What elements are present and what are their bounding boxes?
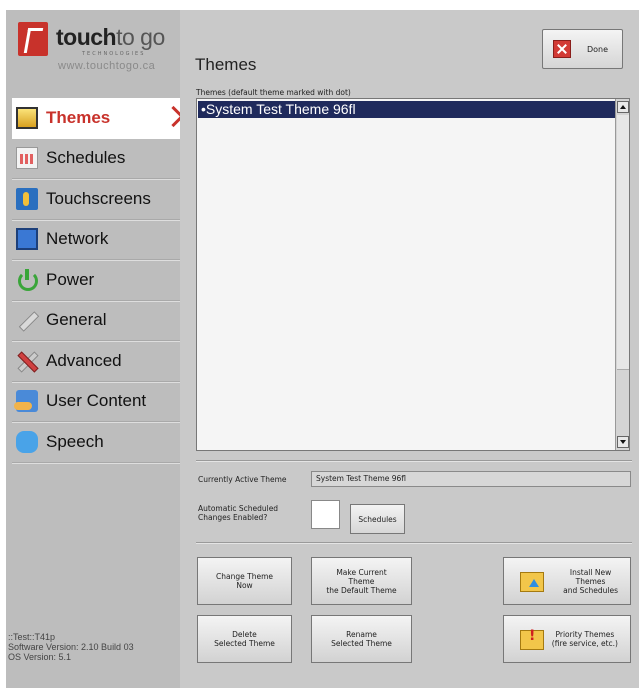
auto-schedule-label: Automatic Scheduled Changes Enabled?: [198, 504, 279, 522]
sidebar-item-label: Advanced: [46, 350, 122, 370]
sidebar-item-label: Network: [46, 229, 109, 249]
button-label: Change Theme Now: [216, 572, 273, 590]
calendar-icon: [16, 147, 38, 170]
sidebar-item-touchscreens[interactable]: Touchscreens: [12, 179, 180, 220]
scrollbar[interactable]: [615, 99, 629, 450]
logo-icon: [18, 22, 48, 56]
page-title: Themes: [195, 55, 257, 74]
rename-theme-button[interactable]: Rename Selected Theme: [311, 615, 412, 663]
sidebar-item-advanced[interactable]: Advanced: [12, 341, 180, 382]
os-version: OS Version: 5.1: [8, 652, 72, 662]
active-theme-label: Currently Active Theme: [198, 475, 287, 484]
sidebar-item-user-content[interactable]: User Content: [12, 382, 180, 422]
sidebar: touchto go TECHNOLOGIES www.touchtogo.ca…: [6, 10, 180, 688]
sidebar-item-label: General: [46, 310, 107, 330]
button-label: Priority Themes (fire service, etc.): [551, 630, 618, 648]
sidebar-item-label: Touchscreens: [46, 188, 151, 208]
software-version: Software Version: 2.10 Build 03: [8, 642, 134, 652]
list-item[interactable]: •System Test Theme 96fl: [198, 101, 616, 118]
sidebar-item-label: Power: [46, 269, 95, 289]
touchscreen-icon: [16, 187, 38, 210]
install-themes-button[interactable]: Install New Themes and Schedules: [503, 557, 631, 605]
schedules-button[interactable]: Schedules: [350, 504, 405, 534]
done-button[interactable]: Done: [542, 29, 623, 69]
wrench-icon: [16, 309, 38, 331]
themes-list-caption: Themes (default theme marked with dot): [196, 88, 351, 97]
logo-wordmark: touchto go: [56, 24, 165, 50]
active-theme-field: System Test Theme 96fl: [311, 471, 631, 487]
button-label: Rename Selected Theme: [331, 630, 392, 648]
sidebar-item-network[interactable]: Network: [12, 220, 180, 260]
divider: [196, 542, 632, 544]
logo-tagline: TECHNOLOGIES: [82, 51, 146, 57]
logo: touchto go TECHNOLOGIES www.touchtogo.ca: [18, 22, 168, 88]
done-label: Done: [587, 44, 609, 54]
scroll-down-icon[interactable]: [617, 436, 629, 448]
tools-icon: [16, 350, 38, 372]
button-label: Delete Selected Theme: [214, 630, 275, 648]
sidebar-item-general[interactable]: General: [12, 301, 180, 341]
app-window: touchto go TECHNOLOGIES www.touchtogo.ca…: [6, 10, 639, 688]
scroll-up-icon[interactable]: [617, 101, 629, 113]
logo-url: www.touchtogo.ca: [58, 60, 156, 72]
divider: [196, 460, 632, 462]
device-name: ::Test::T41p: [8, 632, 56, 642]
main-panel: Themes Done Themes (default theme marked…: [180, 10, 639, 688]
make-default-button[interactable]: Make Current Theme the Default Theme: [311, 557, 412, 605]
folder-warning-icon: [520, 630, 544, 650]
sidebar-item-schedules[interactable]: Schedules: [12, 139, 180, 179]
sidebar-item-label: User Content: [46, 391, 147, 411]
version-info: ::Test::T41p Software Version: 2.10 Buil…: [8, 632, 134, 662]
sidebar-item-label: Themes: [46, 108, 111, 128]
button-label: Install New Themes and Schedules: [563, 567, 618, 595]
themes-list[interactable]: •System Test Theme 96fl: [196, 98, 630, 451]
sidebar-item-power[interactable]: Power: [12, 260, 180, 301]
priority-themes-button[interactable]: Priority Themes (fire service, etc.): [503, 615, 631, 663]
monitor-icon: [16, 228, 38, 251]
themes-icon: [16, 107, 38, 130]
sidebar-item-speech[interactable]: Speech: [12, 422, 180, 463]
button-label: Make Current Theme the Default Theme: [326, 567, 397, 595]
sidebar-item-themes[interactable]: Themes: [12, 98, 180, 139]
sidebar-item-label: Speech: [46, 431, 104, 451]
sidebar-nav: Themes Schedules Touchscreens Network Po…: [12, 98, 180, 463]
delete-theme-button[interactable]: Delete Selected Theme: [197, 615, 292, 663]
speech-bubble-icon: [16, 430, 38, 453]
user-content-icon: [14, 390, 38, 413]
auto-schedule-checkbox[interactable]: [311, 500, 340, 529]
scroll-thumb[interactable]: [617, 115, 629, 370]
close-icon: [553, 40, 571, 58]
change-theme-button[interactable]: Change Theme Now: [197, 557, 292, 605]
sidebar-item-label: Schedules: [46, 148, 126, 168]
power-icon: [16, 268, 38, 291]
folder-upload-icon: [520, 572, 544, 592]
